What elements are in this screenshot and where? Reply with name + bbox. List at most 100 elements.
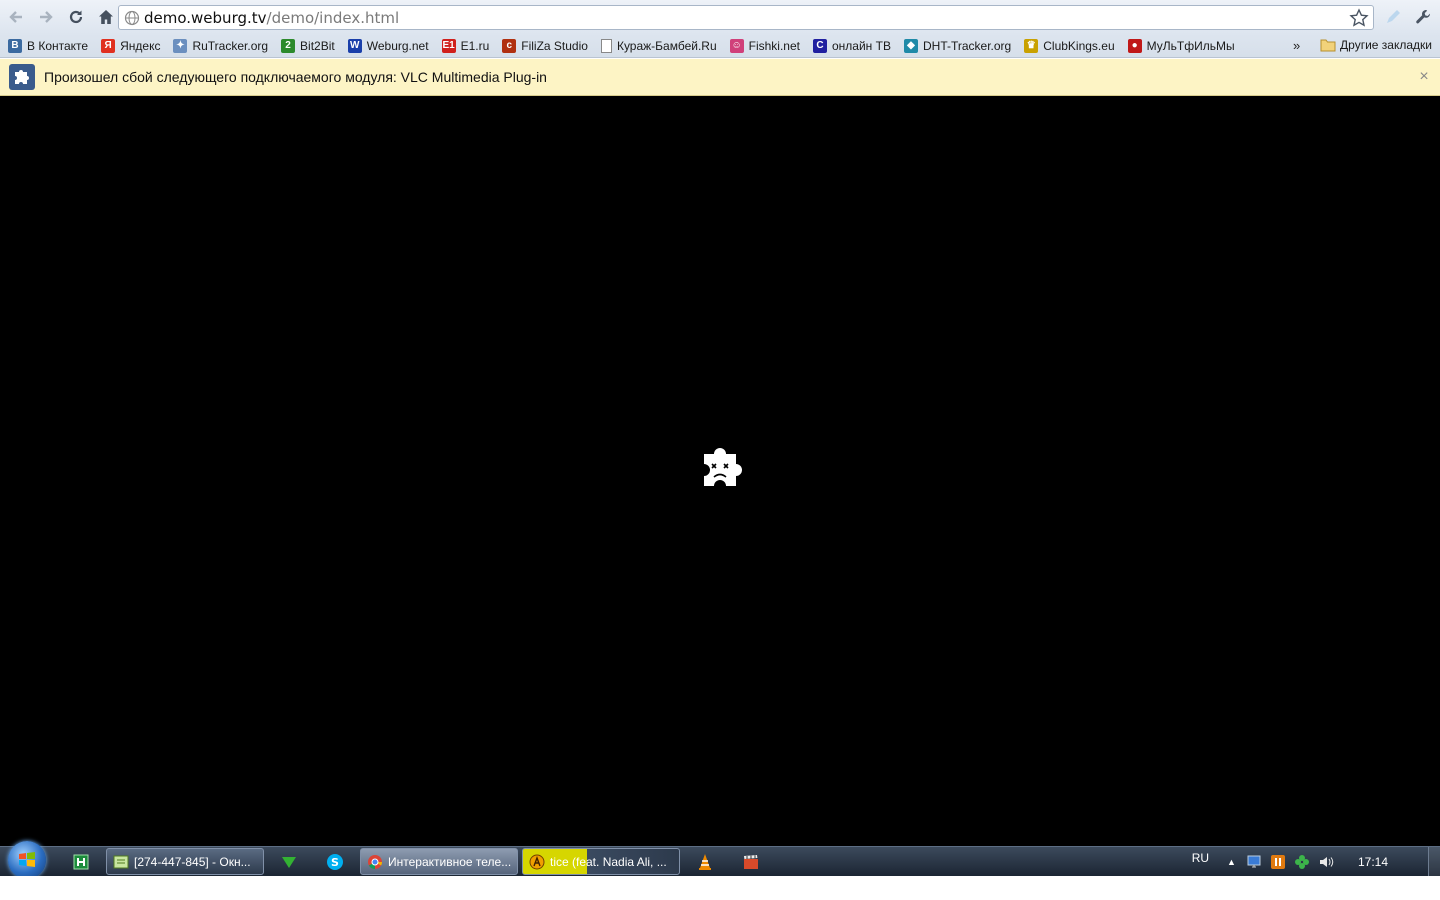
bookmark-item[interactable]: 2 Bit2Bit [273,35,340,57]
pen-icon [1387,10,1400,23]
globe-icon [124,10,140,25]
dht-icon: ◆ [903,38,918,53]
bookmark-label: Яндекс [120,38,161,53]
multfilmy-icon: ● [1127,38,1142,53]
bookmark-label: Bit2Bit [300,38,335,53]
tray-expand-arrow-icon[interactable]: ▲ [1227,857,1236,867]
bookmark-item[interactable]: ◆ DHT-Tracker.org [896,35,1016,57]
fishki-icon: ☺ [729,38,744,53]
other-bookmarks-label: Другие закладки [1340,38,1432,52]
aimp-icon [529,854,545,869]
back-arrow-icon [9,11,22,23]
start-button[interactable] [8,841,46,879]
taskbar-pinned-media[interactable] [740,851,762,873]
bookmarks-bar: B В Контакте Я Яндекс ✦ RuTracker.org 2 Bit2Bit… [0,34,1440,58]
infobar-close-button[interactable]: × [1416,69,1432,85]
windows-logo-icon [19,852,35,867]
taskbar-task-aimp[interactable]: tice (feat. Nadia Ali, ... [522,848,680,875]
plugin-crash-infobar: Произошел сбой следующего подключаемого … [0,59,1440,96]
bookmarks-overflow-button[interactable]: » [1293,34,1300,56]
taskbar-task-chrome[interactable]: Интерактивное теле... [360,848,518,875]
screen: demo.weburg.tv/demo/index.html B В Контак… [0,0,1440,900]
sad-plugin-icon [704,448,742,486]
bookmark-item[interactable]: B В Контакте [0,35,93,57]
weburg-icon: W [347,38,362,53]
vlc-cone-icon [699,854,711,870]
utorrent-icon [73,854,89,870]
volume-speaker-icon[interactable] [1318,854,1334,870]
language-indicator[interactable]: RU [1192,851,1209,865]
system-tray: RU ▲ 17:14 [1192,847,1440,877]
taskbar-pinned-skype[interactable]: S [324,851,346,873]
address-bar[interactable]: demo.weburg.tv/demo/index.html [118,5,1374,30]
taskbar: [274-447-845] - Окн... S Интерактивное т… [0,841,1440,879]
bookmark-label: RuTracker.org [192,38,269,53]
forward-button[interactable] [32,3,60,31]
bookmark-label: FiliZa Studio [521,38,588,53]
forward-arrow-icon [40,11,53,23]
bookmark-item[interactable]: Cонлайн ТВ [805,35,896,57]
bookmark-star-icon[interactable] [1349,8,1369,28]
film-clapper-icon [744,855,758,869]
taskbar-pinned-vlc[interactable] [694,851,716,873]
bookmark-label: Кураж-Бамбей.Ru [616,38,717,53]
torrent-client-tray-button[interactable] [70,851,92,873]
filiza-icon: c [502,38,517,53]
bookmark-item[interactable]: ● МуЛьТфИльМы [1120,35,1240,57]
folder-icon [1320,39,1336,52]
wrench-icon [1416,9,1431,24]
home-icon [99,10,113,24]
back-button[interactable] [2,3,30,31]
bookmark-item[interactable]: Кураж-Бамбей.Ru [593,35,722,57]
bookmark-item[interactable]: ☺ Fishki.net [722,35,805,57]
bookmark-label: ClubKings.eu [1043,38,1115,53]
bookmark-item[interactable]: E1 E1.ru [434,35,495,57]
bit2bit-icon: 2 [281,38,296,53]
yandex-icon: Я [101,38,116,53]
puzzle-piece-icon [9,64,35,90]
bookmark-label: Weburg.net [366,38,429,53]
rutracker-icon: ✦ [173,38,188,53]
extension-button[interactable] [1382,6,1404,28]
screen-bottom-margin [0,876,1440,900]
vk-icon: B [8,38,22,53]
clubkings-icon: ♛ [1024,38,1039,53]
page-icon [600,38,612,53]
other-bookmarks-folder[interactable]: Другие закладки [1320,34,1432,56]
bookmark-item[interactable]: ♛ ClubKings.eu [1016,35,1119,57]
url-host: demo.weburg.tv [144,8,267,27]
taskbar-pinned-shield[interactable] [278,851,300,873]
bookmark-label: E1.ru [460,38,490,53]
home-button[interactable] [92,3,120,31]
green-clover-icon[interactable] [1294,854,1310,870]
green-arrow-icon [282,857,296,868]
bookmark-item[interactable]: Я Яндекс [93,35,165,57]
bookmark-item[interactable]: ✦ RuTracker.org [165,35,273,57]
bookmark-item[interactable]: W Weburg.net [340,35,434,57]
task-label: tice (feat. Nadia Ali, ... [550,854,667,869]
online-tv-icon: C [813,38,827,53]
bookmark-item[interactable]: c FiliZa Studio [494,35,593,57]
bookmark-label: DHT-Tracker.org [922,38,1012,53]
chrome-icon [368,854,383,869]
show-desktop-button[interactable] [1428,847,1440,877]
browser-toolbar: demo.weburg.tv/demo/index.html [0,0,1440,34]
reload-icon [69,10,83,24]
reload-button[interactable] [62,3,90,31]
network-monitor-icon[interactable] [1246,854,1262,870]
bookmark-label: МуЛьТфИльМы [1146,38,1235,53]
page-content [0,96,1440,846]
settings-wrench-button[interactable] [1412,6,1434,28]
bookmark-label: Fishki.net [748,38,800,53]
bookmark-label: онлайн ТВ [832,38,891,53]
task-label: [274-447-845] - Окн... [134,854,251,869]
skype-icon: S [327,854,343,870]
pause-app-icon[interactable] [1270,854,1286,870]
infobar-message: Произошел сбой следующего подключаемого … [44,69,547,85]
task-label: Интерактивное теле... [388,854,512,869]
e1-icon: E1 [441,38,456,53]
url-path: /demo/index.html [266,8,400,27]
taskbar-task-teamviewer[interactable]: [274-447-845] - Окн... [106,848,264,875]
clock-time[interactable]: 17:14 [1358,855,1388,869]
bookmark-label: В Контакте [27,38,89,53]
